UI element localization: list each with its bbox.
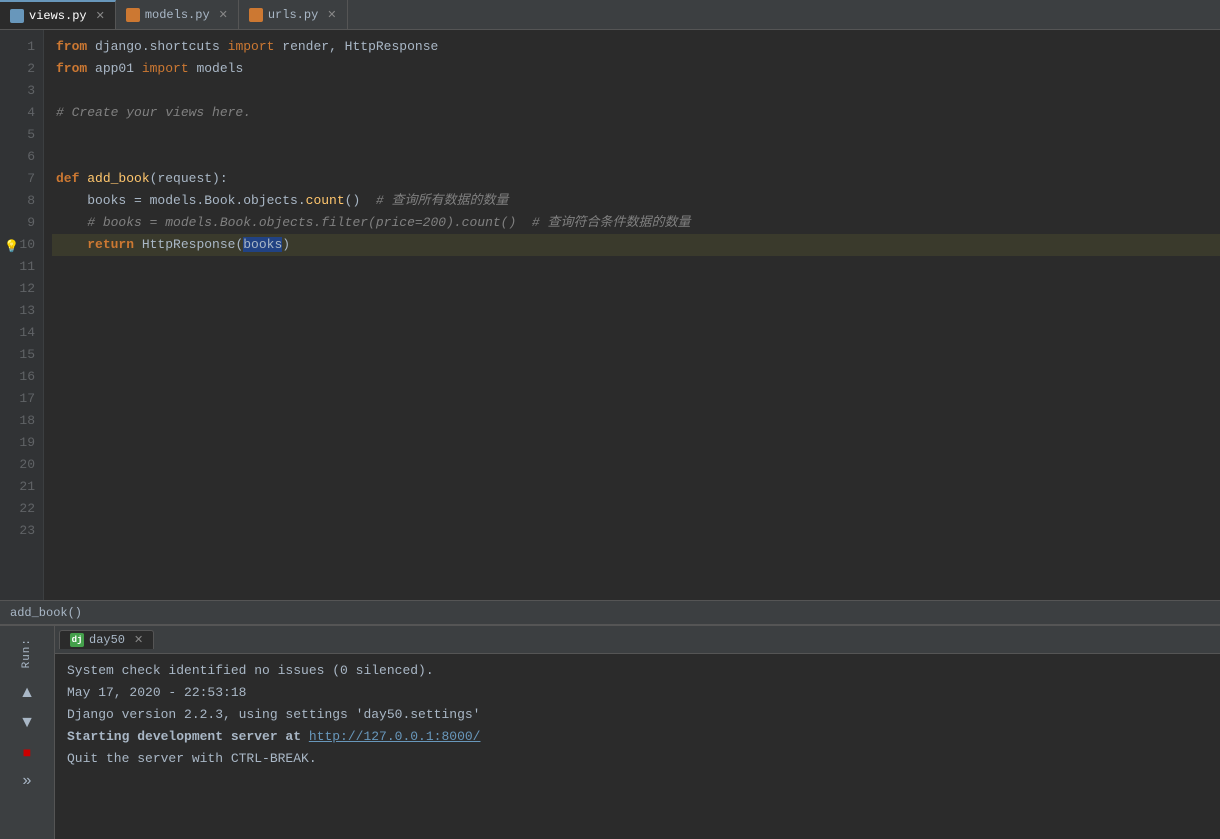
code-line-16[interactable] <box>52 366 1220 388</box>
code-editor: 123456789💡 1011121314151617181920212223 … <box>0 30 1220 600</box>
run-tab-close[interactable]: ✕ <box>134 633 143 647</box>
tab-urls-close[interactable]: ✕ <box>327 8 336 22</box>
tab-views-label: views.py <box>29 9 87 23</box>
code-line-12[interactable] <box>52 278 1220 300</box>
tab-views-close[interactable]: ✕ <box>96 9 105 23</box>
run-label: Run: <box>21 630 33 676</box>
tab-urls-label: urls.py <box>268 8 318 22</box>
code-line-3[interactable] <box>52 80 1220 102</box>
scroll-up-button[interactable]: ▲ <box>15 680 39 706</box>
run-console: System check identified no issues (0 sil… <box>55 654 1220 839</box>
tab-models-close[interactable]: ✕ <box>219 8 228 22</box>
run-tab-bar: dj day50 ✕ <box>55 626 1220 654</box>
status-bar: add_book() <box>0 600 1220 624</box>
code-line-6[interactable] <box>52 146 1220 168</box>
code-line-19[interactable] <box>52 432 1220 454</box>
console-line: Starting development server at http://12… <box>67 726 1208 748</box>
code-line-14[interactable] <box>52 322 1220 344</box>
run-tab-day50[interactable]: dj day50 ✕ <box>59 630 154 649</box>
breadcrumb: add_book() <box>10 606 82 620</box>
run-tab-area: dj day50 ✕ System check identified no is… <box>55 626 1220 839</box>
code-line-13[interactable] <box>52 300 1220 322</box>
models-file-icon <box>126 8 140 22</box>
urls-file-icon <box>249 8 263 22</box>
code-line-1[interactable]: from django.shortcuts import render, Htt… <box>52 36 1220 58</box>
run-sidebar: Run: ▲ ▼ ■ » <box>0 626 55 839</box>
code-line-10[interactable]: return HttpResponse(books) <box>52 234 1220 256</box>
code-line-15[interactable] <box>52 344 1220 366</box>
console-line: Quit the server with CTRL-BREAK. <box>67 748 1208 770</box>
code-line-5[interactable] <box>52 124 1220 146</box>
code-line-23[interactable] <box>52 520 1220 542</box>
code-line-4[interactable]: # Create your views here. <box>52 102 1220 124</box>
tab-views[interactable]: views.py ✕ <box>0 0 116 29</box>
code-line-22[interactable] <box>52 498 1220 520</box>
django-icon: dj <box>70 633 84 647</box>
console-line: System check identified no issues (0 sil… <box>67 660 1208 682</box>
line-numbers: 123456789💡 1011121314151617181920212223 <box>0 30 44 600</box>
code-line-9[interactable]: # books = models.Book.objects.filter(pri… <box>52 212 1220 234</box>
code-line-2[interactable]: from app01 import models <box>52 58 1220 80</box>
run-panel: Run: ▲ ▼ ■ » dj day50 ✕ System check ide… <box>0 624 1220 839</box>
views-file-icon <box>10 9 24 23</box>
code-line-17[interactable] <box>52 388 1220 410</box>
code-line-11[interactable] <box>52 256 1220 278</box>
console-line: Django version 2.2.3, using settings 'da… <box>67 704 1208 726</box>
code-content[interactable]: from django.shortcuts import render, Htt… <box>44 30 1220 600</box>
code-line-7[interactable]: def add_book(request): <box>52 168 1220 190</box>
tab-urls[interactable]: urls.py ✕ <box>239 0 348 29</box>
code-line-18[interactable] <box>52 410 1220 432</box>
scroll-down-button[interactable]: ▼ <box>15 710 39 736</box>
tab-models[interactable]: models.py ✕ <box>116 0 239 29</box>
console-line: May 17, 2020 - 22:53:18 <box>67 682 1208 704</box>
code-line-20[interactable] <box>52 454 1220 476</box>
code-line-8[interactable]: books = models.Book.objects.count() # 查询… <box>52 190 1220 212</box>
code-area: 123456789💡 1011121314151617181920212223 … <box>0 30 1220 600</box>
code-line-21[interactable] <box>52 476 1220 498</box>
tab-models-label: models.py <box>145 8 210 22</box>
run-tab-label: day50 <box>89 633 125 647</box>
more-button[interactable]: » <box>19 768 36 794</box>
tab-bar: views.py ✕ models.py ✕ urls.py ✕ <box>0 0 1220 30</box>
stop-button[interactable]: ■ <box>19 740 35 764</box>
